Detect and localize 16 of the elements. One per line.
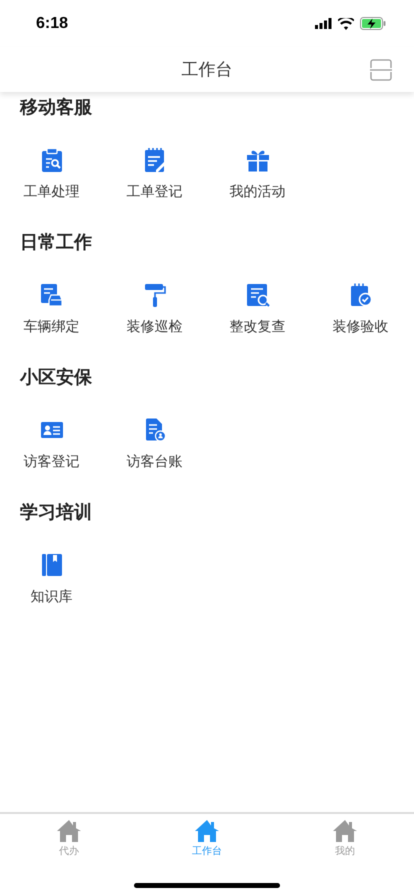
app-label[interactable]: 访客台账 [126,452,182,472]
section-title: 日常工作 [19,231,92,255]
app-label[interactable]: 知识库 [30,587,72,607]
section-title: 小区安保 [18,366,92,390]
section-title: 学习培训 [19,501,92,525]
app-label[interactable]: 访客登记 [24,452,80,472]
app-label[interactable]: 装修验收 [332,317,388,337]
app-label[interactable]: 装修巡检 [126,317,182,337]
app-label[interactable]: 工单处理 [24,182,80,202]
app-label[interactable]: 我的活动 [230,182,286,202]
app-label[interactable]: 工单登记 [126,182,182,202]
section-title: 移动客服 [18,96,92,120]
app-label[interactable]: 车辆绑定 [24,317,80,337]
page-title: 工作台 [182,59,232,81]
app-label[interactable]: 整改复查 [230,317,286,337]
status-time: 6:18 [36,14,68,32]
